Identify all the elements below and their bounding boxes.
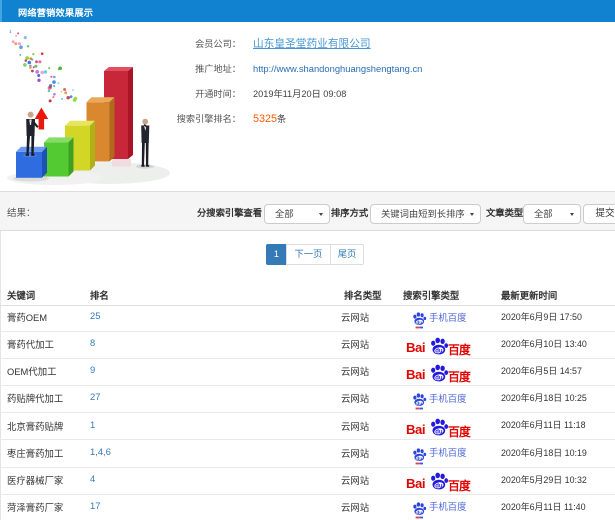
svg-text:du: du (416, 401, 422, 407)
svg-text:du: du (435, 429, 443, 435)
svg-text:du: du (416, 320, 422, 326)
svg-text:du: du (435, 348, 443, 354)
svg-text:du: du (435, 484, 443, 490)
svg-text:du: du (435, 375, 443, 381)
svg-text:du: du (416, 456, 422, 462)
svg-text:du: du (416, 510, 422, 516)
